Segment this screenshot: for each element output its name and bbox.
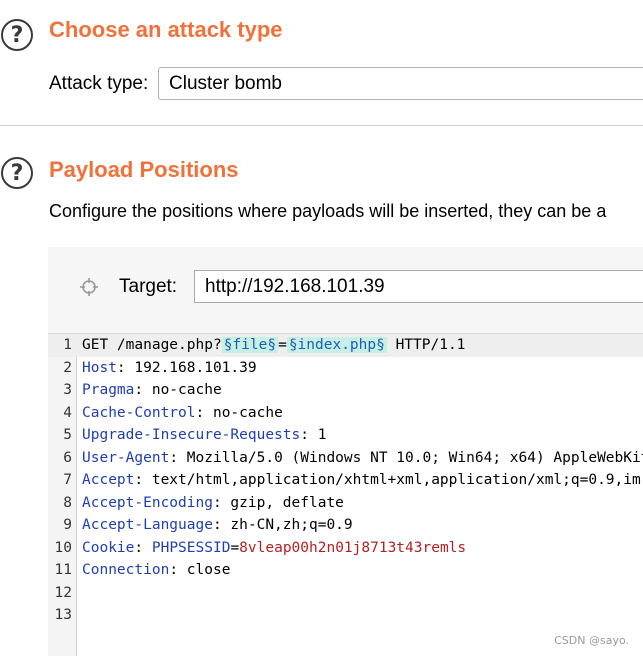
- header-name: Connection: [82, 562, 170, 578]
- header-value: : no-cache: [134, 382, 222, 398]
- header-line[interactable]: 8 Accept-Encoding: gzip, deflate: [48, 492, 643, 515]
- header-name: Accept: [82, 472, 135, 488]
- watermark: CSDN @sayo.: [554, 634, 629, 647]
- header-value: : gzip, deflate: [212, 494, 344, 511]
- line-number: 5: [63, 427, 72, 443]
- payload-positions-description: Configure the positions where payloads w…: [49, 201, 607, 221]
- header-name: Upgrade-Insecure-Requests: [82, 427, 301, 443]
- header-separator: :: [134, 539, 152, 556]
- header-value: : Mozilla/5.0 (Windows NT 10.0; Win64; x…: [169, 449, 643, 466]
- header-value: : close: [169, 562, 231, 578]
- header-value: : zh-CN,zh;q=0.9: [212, 517, 353, 533]
- line-number: 10: [54, 539, 72, 556]
- line-number: 3: [63, 382, 72, 398]
- header-name: Cookie: [82, 539, 135, 556]
- line-number: 13: [54, 607, 72, 623]
- header-line[interactable]: 6 User-Agent: Mozilla/5.0 (Windows NT 10…: [48, 447, 643, 470]
- payload-positions-title: Payload Positions: [49, 157, 239, 182]
- line-number: 6: [63, 449, 72, 466]
- line-number: 4: [63, 404, 72, 421]
- header-name: Pragma: [82, 382, 135, 398]
- section-divider: [0, 125, 643, 126]
- request-editor[interactable]: 1 GET /manage.php? §file§ = §index.php§ HTT…: [48, 333, 643, 656]
- cookie-name: PHPSESSID: [151, 539, 231, 556]
- line-number: 8: [63, 494, 72, 511]
- empty-line[interactable]: 13: [48, 604, 643, 627]
- crosshair-icon: [80, 278, 98, 296]
- header-line[interactable]: 9 Accept-Language: zh-CN,zh;q=0.9: [48, 514, 643, 537]
- request-line-text: GET /manage.php? §file§ = §index.php§ HTTP/…: [82, 334, 465, 357]
- attack-type-label: Attack type:: [49, 73, 149, 94]
- header-name: Cache-Control: [82, 404, 196, 421]
- cookie-value: 8vleap00h2n01j8713t43remls: [239, 539, 467, 556]
- header-line[interactable]: 5 Upgrade-Insecure-Requests: 1: [48, 424, 643, 447]
- request-line[interactable]: 1 GET /manage.php? §file§ = §index.php§ HTT…: [48, 334, 643, 357]
- header-line[interactable]: 2 Host: 192.168.101.39: [48, 357, 643, 380]
- header-line[interactable]: 11 Connection: close: [48, 559, 643, 582]
- header-name: Host: [82, 359, 117, 376]
- help-icon[interactable]: ?: [1, 157, 33, 189]
- header-value: : 1: [300, 427, 327, 443]
- header-name: Accept-Encoding: [82, 494, 213, 511]
- equals-sign: =: [230, 539, 240, 556]
- header-line[interactable]: 7 Accept: text/html,application/xhtml+xm…: [48, 469, 643, 492]
- target-label: Target:: [119, 276, 178, 297]
- header-value: : no-cache: [195, 404, 283, 421]
- header-name: User-Agent: [82, 449, 170, 466]
- payload-marker-index[interactable]: §index.php§: [286, 337, 387, 353]
- attack-type-select[interactable]: Cluster bomb: [158, 67, 643, 100]
- line-number: 9: [63, 517, 72, 533]
- header-line[interactable]: 3 Pragma: no-cache: [48, 379, 643, 402]
- header-value: : 192.168.101.39: [116, 359, 257, 376]
- header-line[interactable]: 4 Cache-Control: no-cache: [48, 402, 643, 425]
- line-number: 12: [54, 584, 72, 601]
- payload-marker-file[interactable]: §file§: [221, 337, 279, 353]
- line-number: 11: [54, 562, 72, 578]
- help-icon[interactable]: ?: [1, 19, 33, 51]
- cookie-line[interactable]: 10 Cookie: PHPSESSID=8vleap00h2n01j8713t…: [48, 537, 643, 560]
- line-number: 1: [63, 337, 72, 353]
- empty-line[interactable]: 12: [48, 582, 643, 605]
- equals-sign: =: [278, 337, 287, 353]
- line-number: 7: [63, 472, 72, 488]
- request-path: GET /manage.php?: [82, 337, 222, 353]
- header-name: Accept-Language: [82, 517, 213, 533]
- target-input[interactable]: http://192.168.101.39: [194, 270, 643, 303]
- attack-type-title: Choose an attack type: [49, 17, 283, 42]
- http-version: HTTP/1.1: [386, 337, 466, 353]
- header-value: : text/html,application/xhtml+xml,applic…: [134, 472, 641, 488]
- line-number: 2: [63, 359, 72, 376]
